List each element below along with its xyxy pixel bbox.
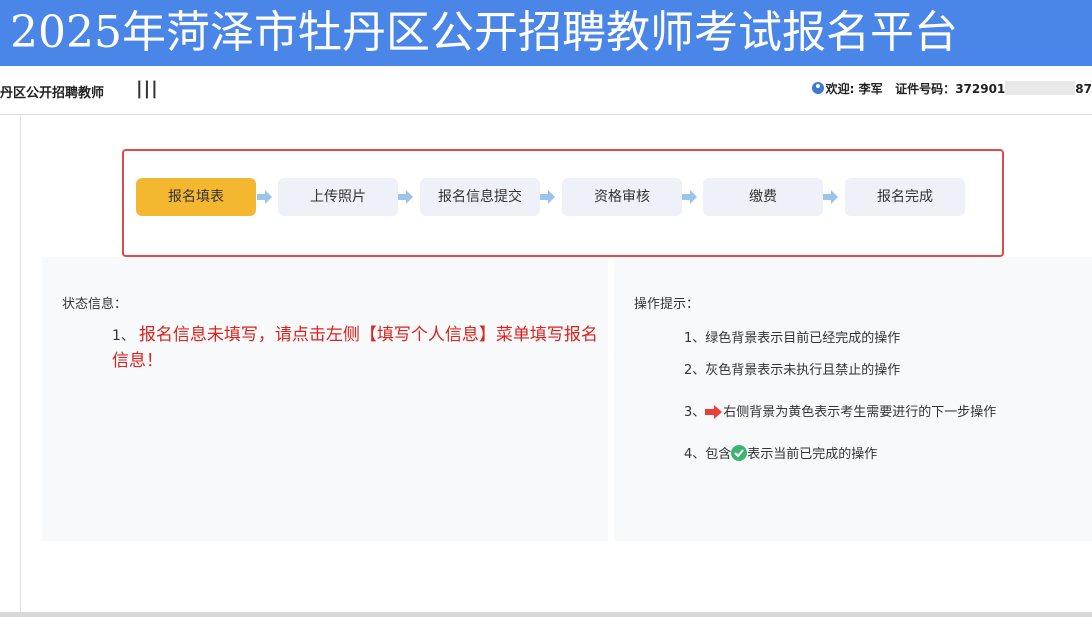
step-payment[interactable]: 缴费 xyxy=(703,178,823,216)
red-arrow-icon xyxy=(705,405,723,419)
tip-number: 4、 xyxy=(684,447,706,462)
step-qualification-review[interactable]: 资格审核 xyxy=(562,178,682,216)
step-fill-form[interactable]: 报名填表 xyxy=(136,178,256,216)
bottom-scrollbar[interactable] xyxy=(0,612,1092,617)
step-arrow-icon xyxy=(823,190,838,204)
tip-text: 绿色背景表示目前已经完成的操作 xyxy=(705,331,901,346)
user-info: 欢迎: 李军 证件号码：372901 87 xyxy=(811,80,1092,97)
green-check-icon xyxy=(731,445,748,461)
id-number-suffix: 87 xyxy=(1075,82,1092,96)
status-message-text: 报名信息未填写，请点击左侧【填写个人信息】菜单填写报名信息！ xyxy=(112,325,598,371)
id-number-mask xyxy=(1005,81,1076,95)
tip-text: 右侧背景为黄色表示考生需要进行的下一步操作 xyxy=(723,405,997,420)
tip-number: 2、 xyxy=(684,363,706,378)
tip-number: 3、 xyxy=(684,405,706,420)
tip-item: 3、 右侧背景为黄色表示考生需要进行的下一步操作 xyxy=(684,401,996,420)
step-arrow-icon xyxy=(398,190,413,204)
status-panel-title: 状态信息： xyxy=(62,297,128,312)
sidebar-edge xyxy=(20,115,21,615)
tip-item: 4、包含 表示当前已完成的操作 xyxy=(684,443,877,462)
status-message-number: 1、 xyxy=(112,328,135,344)
step-arrow-icon xyxy=(682,190,697,204)
tip-text: 表示当前已完成的操作 xyxy=(747,447,878,462)
tip-text: 灰色背景表示未执行且禁止的操作 xyxy=(705,363,901,378)
tip-item: 1、绿色背景表示目前已经完成的操作 xyxy=(684,327,900,346)
tip-item: 2、灰色背景表示未执行且禁止的操作 xyxy=(684,359,900,378)
user-icon xyxy=(811,82,824,94)
status-message: 1、 报名信息未填写，请点击左侧【填写个人信息】菜单填写报名信息！ xyxy=(112,323,602,374)
tip-number: 1、 xyxy=(684,331,706,346)
tip-text: 包含 xyxy=(705,447,732,462)
menu-toggle-button[interactable]: ||| xyxy=(136,78,159,99)
header-banner: 2025年菏泽市牡丹区公开招聘教师考试报名平台 xyxy=(0,0,1092,66)
welcome-text: 欢迎: 李军 xyxy=(825,82,883,96)
step-arrow-icon xyxy=(257,190,272,204)
step-submit-info[interactable]: 报名信息提交 xyxy=(420,178,540,216)
top-bar: 丹区公开招聘教师 ||| 欢迎: 李军 证件号码：372901 87 xyxy=(0,66,1092,115)
banner-title: 2025年菏泽市牡丹区公开招聘教师考试报名平台 xyxy=(10,7,958,58)
step-upload-photo[interactable]: 上传照片 xyxy=(278,178,398,216)
status-panel: 状态信息： 1、 报名信息未填写，请点击左侧【填写个人信息】菜单填写报名信息！ xyxy=(42,257,608,541)
id-label: 证件号码： xyxy=(895,82,956,96)
tips-panel-title: 操作提示： xyxy=(634,297,700,312)
tips-panel: 操作提示： 1、绿色背景表示目前已经完成的操作 2、灰色背景表示未执行且禁止的操… xyxy=(614,257,1092,541)
id-number-prefix: 372901 xyxy=(955,82,1006,96)
step-complete[interactable]: 报名完成 xyxy=(845,178,965,216)
system-name: 丹区公开招聘教师 xyxy=(0,86,105,101)
step-arrow-icon xyxy=(540,190,555,204)
